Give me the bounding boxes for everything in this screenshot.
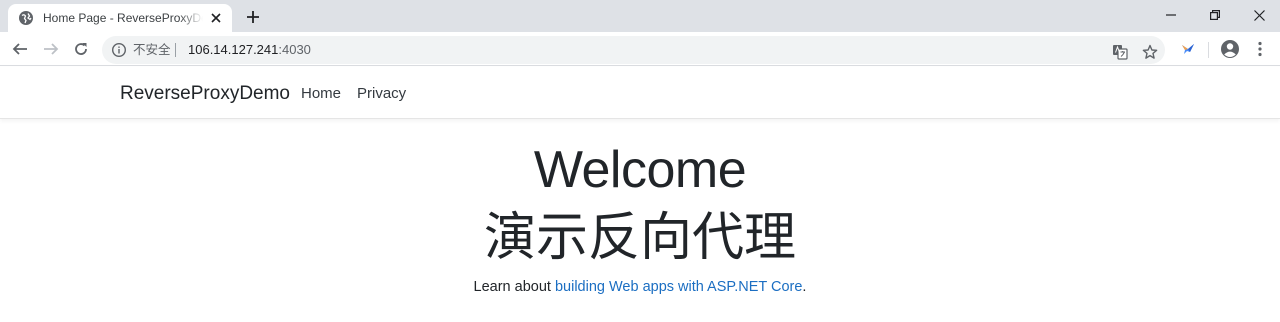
aspnet-docs-link[interactable]: building Web apps with ASP.NET Core	[555, 279, 802, 295]
reload-icon[interactable]	[69, 37, 93, 61]
site-brand-link[interactable]: ReverseProxyDemo	[120, 82, 290, 106]
learn-suffix: .	[802, 279, 807, 295]
tab-title: Home Page - ReverseProxyDemo	[43, 11, 203, 25]
welcome-heading: Welcome	[533, 141, 747, 199]
divider	[175, 43, 176, 57]
browser-tab[interactable]: Home Page - ReverseProxyDemo	[8, 4, 232, 32]
forward-icon[interactable]	[39, 37, 63, 61]
toolbar-separator	[1208, 42, 1209, 58]
window-close-icon[interactable]	[1236, 0, 1280, 30]
learn-prefix: Learn about	[473, 279, 555, 295]
info-icon[interactable]	[111, 42, 127, 58]
subtitle-heading: 演示反向代理	[483, 208, 796, 268]
browser-toolbar: 不安全 106.14.127.241:4030	[0, 32, 1280, 66]
address-bar[interactable]: 不安全 106.14.127.241:4030	[102, 36, 1165, 64]
plus-icon[interactable]	[243, 7, 263, 27]
translate-icon[interactable]	[1108, 40, 1132, 64]
url-text[interactable]: 106.14.127.241:4030	[188, 42, 311, 58]
close-icon[interactable]	[208, 10, 224, 26]
account-icon[interactable]	[1218, 37, 1242, 61]
star-icon[interactable]	[1138, 40, 1162, 64]
site-navbar: ReverseProxyDemo Home Privacy	[0, 67, 1280, 119]
tab-strip: Home Page - ReverseProxyDemo	[0, 0, 1280, 32]
url-port: :4030	[278, 42, 311, 57]
restore-icon[interactable]	[1192, 0, 1238, 30]
nav-link-privacy[interactable]: Privacy	[357, 84, 406, 104]
kebab-menu-icon[interactable]	[1248, 37, 1272, 61]
back-icon[interactable]	[8, 37, 32, 61]
bird-extension-icon[interactable]	[1176, 37, 1200, 61]
url-host: 106.14.127.241	[188, 42, 279, 57]
globe-icon	[18, 10, 34, 26]
learn-paragraph: Learn about building Web apps with ASP.N…	[0, 277, 1280, 297]
minimize-icon[interactable]	[1148, 0, 1194, 30]
security-label[interactable]: 不安全	[133, 42, 171, 58]
nav-link-home[interactable]: Home	[301, 84, 341, 104]
